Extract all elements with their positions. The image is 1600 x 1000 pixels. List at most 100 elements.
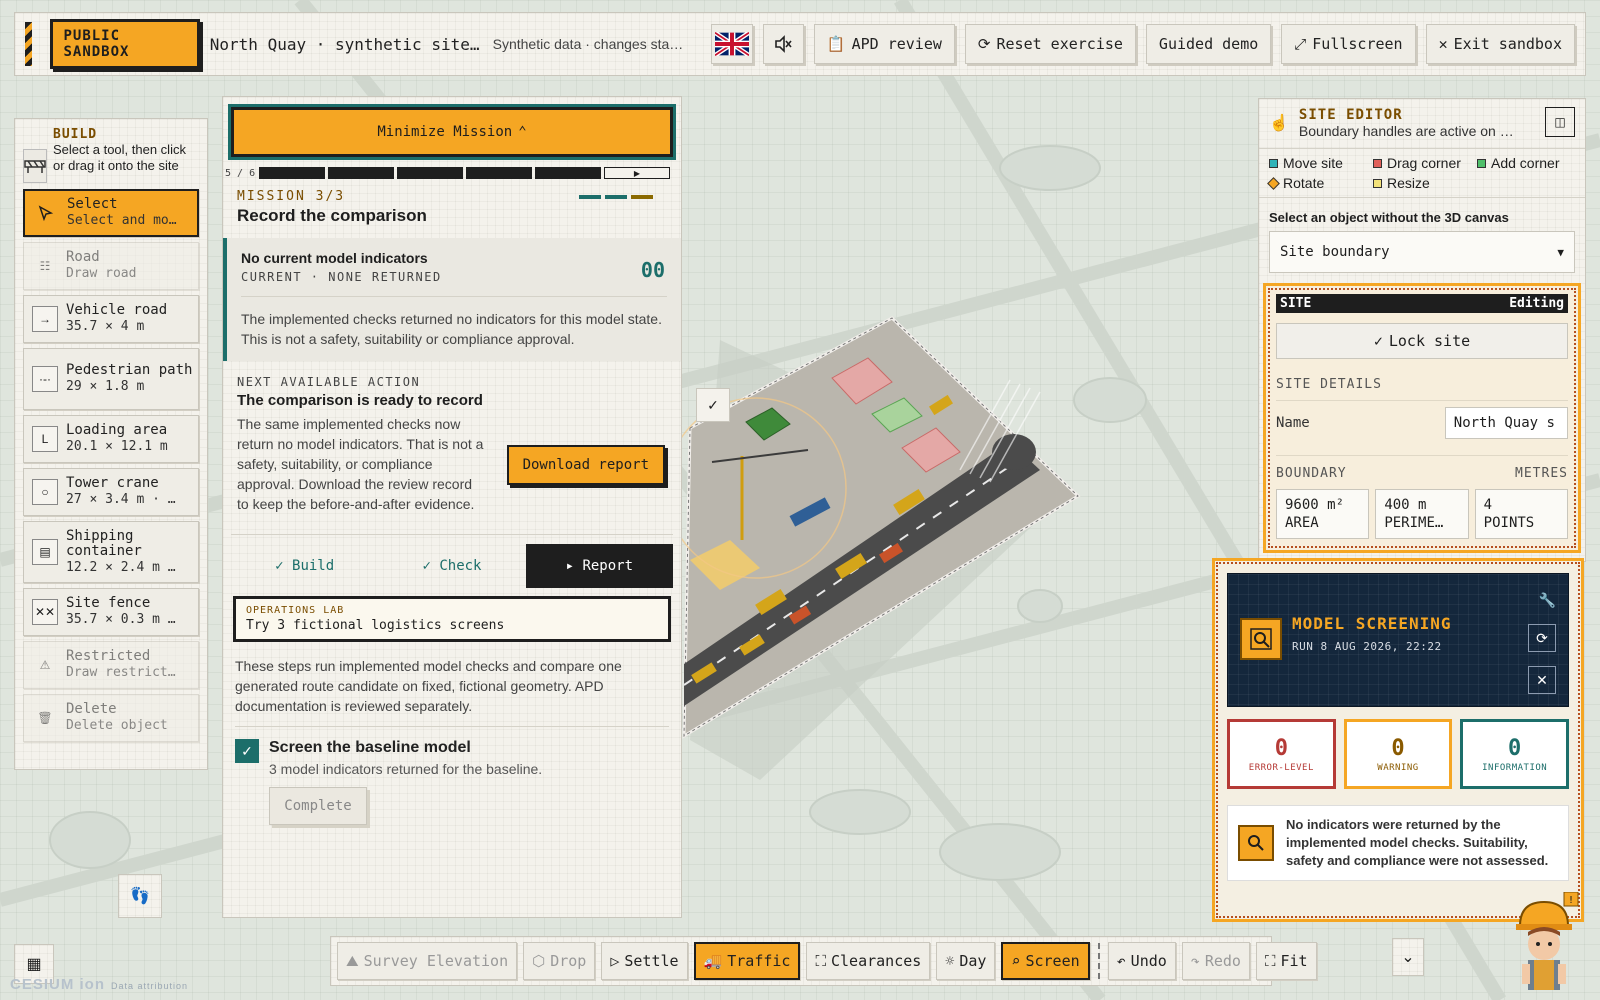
fit-button[interactable]: ⛶ Fit (1255, 942, 1317, 980)
tool-sub: 20.1 × 12.1 m (66, 439, 168, 454)
minimize-label: Minimize Mission (377, 124, 513, 140)
screen-button[interactable]: ⌕ Screen (1001, 942, 1090, 980)
fullscreen-button[interactable]: ⤢ Fullscreen (1281, 24, 1416, 64)
grid-icon: ▦ (26, 956, 42, 973)
tool-loading-area[interactable]: L Loading area 20.1 × 12.1 m (23, 415, 199, 463)
site-name-input[interactable]: North Quay s (1444, 407, 1568, 439)
cesium-attribution[interactable]: CESIUM ion Data attribution (10, 976, 188, 993)
count-error[interactable]: 0 ERROR-LEVEL (1227, 719, 1336, 789)
pointer-hand-icon: ☝ (1269, 115, 1289, 132)
check-icon: ✓ (1373, 332, 1383, 350)
lock-site-label: Lock site (1388, 332, 1471, 350)
walk-mode-button[interactable]: 👣 (118, 874, 162, 918)
apd-review-label: APD review (851, 35, 942, 53)
step-build[interactable]: ✓ Build (231, 558, 378, 574)
screening-header: MODEL SCREENING RUN 8 AUG 2026, 22:22 🔧 … (1227, 573, 1569, 707)
dotted-path-icon: ·-· (32, 366, 58, 392)
expand-panel-button[interactable]: ⌄ (1392, 938, 1424, 976)
chevron-down-icon: ▼ (1557, 245, 1564, 259)
crane-icon: ○ (32, 479, 58, 505)
build-header: BUILD Select a tool, then click or drag … (23, 127, 199, 183)
boundary-header: BOUNDARY METRES (1276, 455, 1568, 481)
clearances-button[interactable]: ⛶ Clearances (806, 942, 931, 980)
exit-sandbox-button[interactable]: ✕ Exit sandbox (1425, 24, 1575, 64)
language-button[interactable] (711, 24, 753, 64)
object-select-label: Select an object without the 3D canvas (1269, 210, 1509, 225)
object-select[interactable]: Site boundary ▼ (1269, 231, 1575, 273)
tool-name: Vehicle road (66, 302, 168, 318)
tool-name: Loading area (66, 422, 168, 438)
traffic-button[interactable]: 🚚 Traffic (693, 942, 801, 980)
drop-button[interactable]: ⬡ Drop (523, 942, 596, 980)
fullscreen-label: Fullscreen (1312, 35, 1403, 53)
canvas-confirm-button[interactable]: ✓ (696, 388, 730, 422)
collapse-panel-button[interactable]: ◫ (1545, 107, 1575, 137)
tool-tower-crane[interactable]: ○ Tower crane 27 × 3.4 m · … (23, 468, 199, 516)
settle-button[interactable]: ▷ Settle (601, 942, 688, 980)
download-report-button[interactable]: Download report (506, 445, 665, 485)
tool-site-fence[interactable]: ✕✕ Site fence 35.7 × 0.3 m … (23, 588, 199, 636)
minimize-mission-button[interactable]: Minimize Mission ⌃ (228, 104, 676, 160)
tool-pedestrian-path[interactable]: ·-· Pedestrian path 29 × 1.8 m (23, 348, 199, 410)
day-button[interactable]: ☼ Day (936, 942, 996, 980)
indicator-sub: CURRENT · NONE RETURNED (241, 270, 442, 284)
container-icon: ▤ (32, 539, 58, 565)
tool-shipping-container[interactable]: ▤ Shipping container 12.2 × 2.4 m … (23, 521, 199, 583)
operations-lab-card[interactable]: OPERATIONS LAB Try 3 fictional logistics… (233, 596, 671, 642)
rerun-screening-button[interactable]: ⟳ (1528, 624, 1556, 652)
next-body: The same implemented checks now return n… (237, 416, 484, 512)
ops-lab-title: Try 3 fictional logistics screens (246, 618, 505, 633)
footprints-icon: 👣 (130, 888, 150, 905)
legend-add-corner: Add corner (1477, 155, 1581, 171)
step-report[interactable]: ▸ Report (525, 543, 673, 588)
screening-run-time: RUN 8 AUG 2026, 22:22 (1292, 640, 1442, 653)
tool-name: Tower crane (66, 475, 159, 491)
refresh-icon: ⟳ (977, 35, 991, 53)
clipboard-icon: 📋 (826, 35, 846, 53)
tool-select[interactable]: Select Select and mo… (23, 189, 199, 237)
progress-segment (259, 167, 325, 179)
redo-button[interactable]: ↷ Redo (1181, 942, 1250, 980)
site-status: Editing (1509, 296, 1564, 311)
progress-text: 5 / 6 (225, 167, 256, 179)
tool-delete[interactable]: 🗑 Delete Delete object (23, 694, 199, 742)
guided-demo-label: Guided demo (1158, 35, 1259, 53)
tool-sub: 35.7 × 0.3 m … (66, 612, 176, 627)
close-screening-button[interactable]: ✕ (1528, 666, 1556, 694)
trash-icon: 🗑 (37, 711, 53, 725)
wrench-icon[interactable]: 🔧 (1539, 592, 1556, 609)
indicator-title: No current model indicators (241, 250, 428, 266)
checkbox-checked[interactable]: ✓ (235, 739, 259, 763)
tool-road[interactable]: ☷ Road Draw road (23, 242, 199, 290)
survey-elevation-button[interactable]: ⛰ Survey Elevation (337, 942, 518, 980)
mute-button[interactable] (762, 24, 804, 64)
guided-demo-button[interactable]: Guided demo (1145, 24, 1272, 64)
undo-icon: ↶ (1116, 952, 1126, 970)
top-bar: PUBLIC SANDBOX North Quay · synthetic si… (14, 12, 1586, 76)
step-check[interactable]: ✓ Check (378, 558, 525, 574)
screening-magnifier-icon (1240, 618, 1282, 660)
arrow-right-icon: → (32, 306, 58, 332)
chevron-up-icon: ⌃ (518, 124, 527, 140)
hazard-stripe (25, 22, 33, 66)
lock-site-button[interactable]: ✓ Lock site (1276, 323, 1568, 359)
stat-perimeter: 400 m PERIME… (1375, 489, 1469, 539)
count-warning[interactable]: 0 WARNING (1343, 719, 1453, 789)
apd-review-button[interactable]: 📋 APD review (813, 24, 955, 64)
count-information[interactable]: 0 INFORMATION (1460, 719, 1570, 789)
tool-restricted[interactable]: ⚠ Restricted Draw restrict… (23, 641, 199, 689)
close-icon: ✕ (1438, 35, 1448, 53)
guide-mascot-avatar[interactable]: ! (1508, 892, 1580, 1000)
reset-exercise-button[interactable]: ⟳ Reset exercise (964, 24, 1136, 64)
site-editor-subtitle: Boundary handles are active on … (1298, 123, 1514, 139)
task-baseline: ✓ Screen the baseline model 3 model indi… (235, 739, 669, 825)
clearance-icon: ⛶ (815, 952, 826, 970)
complete-button[interactable]: Complete (269, 787, 367, 825)
progress-segment-next: ▶ (604, 167, 670, 179)
tool-sub: 27 × 3.4 m · … (66, 492, 176, 507)
undo-button[interactable]: ↶ Undo (1107, 942, 1176, 980)
site-subtitle: Synthetic data · changes sta… (492, 36, 684, 52)
search-icon (1238, 825, 1274, 861)
cursor-icon (33, 200, 59, 226)
tool-vehicle-road[interactable]: → Vehicle road 35.7 × 4 m (23, 295, 199, 343)
